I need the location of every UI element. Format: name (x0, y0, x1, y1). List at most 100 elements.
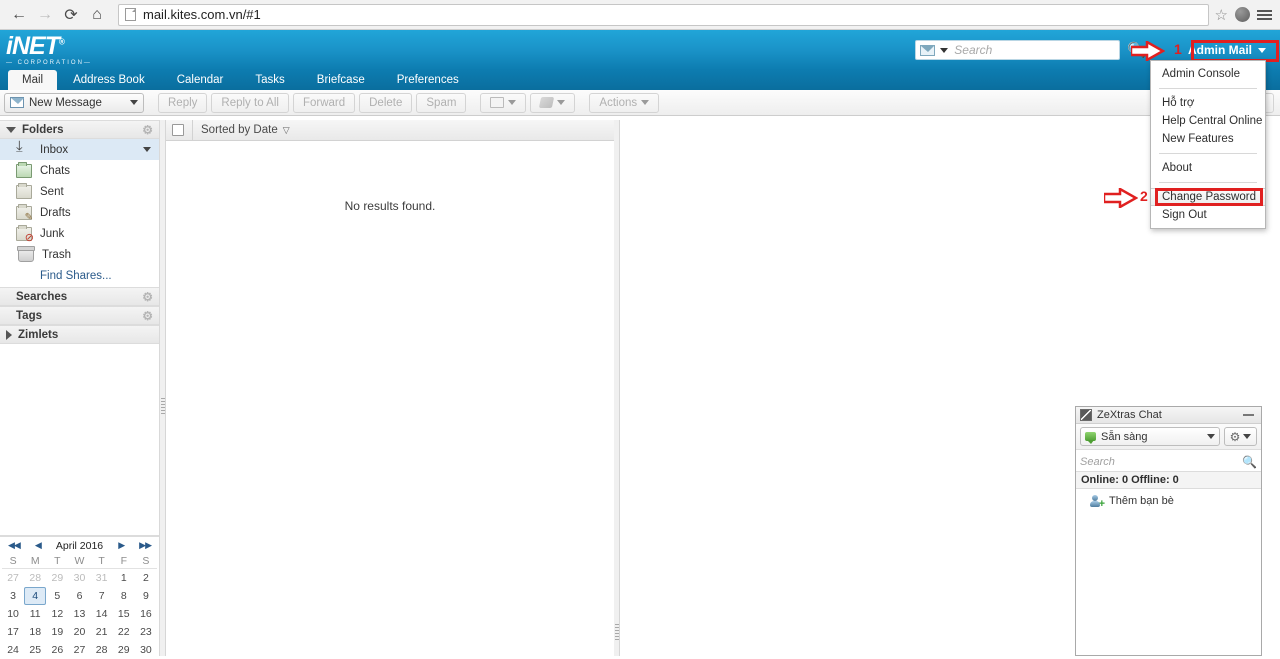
actions-button[interactable]: Actions (589, 92, 660, 113)
calendar-day-today[interactable]: 4 (24, 587, 47, 605)
calendar-day[interactable]: 24 (2, 641, 24, 659)
menu-item-ho-tro[interactable]: Hỗ trợ (1151, 94, 1265, 112)
hamburger-menu-icon[interactable] (1257, 9, 1272, 20)
sidebar-splitter[interactable] (160, 120, 166, 656)
menu-item-sign-out[interactable]: Sign Out (1151, 206, 1265, 224)
calendar-day[interactable]: 27 (68, 641, 90, 659)
calendar-day[interactable]: 25 (24, 641, 46, 659)
calendar-day[interactable]: 23 (135, 623, 157, 641)
folders-section-header[interactable]: Folders ⚙ (0, 120, 159, 139)
calendar-day[interactable]: 12 (46, 605, 68, 623)
reload-icon[interactable]: ⟳ (58, 3, 84, 27)
minimize-icon[interactable] (1243, 414, 1254, 416)
calendar-last-icon[interactable]: ▶▶ (139, 540, 152, 551)
calendar-day[interactable]: 1 (113, 569, 135, 587)
profile-globe-icon[interactable] (1235, 7, 1250, 22)
calendar-day[interactable]: 16 (135, 605, 157, 623)
calendar-day[interactable]: 30 (135, 641, 157, 659)
calendar-day[interactable]: 20 (68, 623, 90, 641)
tab-calendar[interactable]: Calendar (161, 70, 240, 90)
chevron-down-icon[interactable] (130, 100, 138, 105)
calendar-day[interactable]: 9 (135, 587, 157, 605)
chat-search-input[interactable]: Search 🔍 (1076, 453, 1261, 472)
gear-icon[interactable]: ⚙ (142, 290, 153, 304)
tag-button[interactable] (530, 92, 576, 113)
menu-item-about[interactable]: About (1151, 159, 1265, 177)
sidebar-item-inbox[interactable]: Inbox (0, 139, 159, 160)
delete-button[interactable]: Delete (359, 92, 413, 113)
sidebar-item-chats[interactable]: Chats (0, 160, 159, 181)
chevron-down-icon[interactable] (143, 147, 151, 152)
envelope-icon[interactable] (920, 44, 936, 56)
tags-section-header[interactable]: Tags ⚙ (0, 306, 159, 325)
calendar-day[interactable]: 18 (24, 623, 46, 641)
find-shares-link[interactable]: Find Shares... (0, 265, 159, 287)
back-icon[interactable]: ← (6, 3, 32, 27)
account-menu-button[interactable]: Admin Mail (1182, 40, 1272, 60)
chat-add-buddy-item[interactable]: + Thêm bạn bè (1076, 489, 1261, 513)
calendar-day[interactable]: 11 (24, 605, 46, 623)
select-all-checkbox[interactable] (172, 124, 184, 136)
calendar-day[interactable]: 27 (2, 569, 24, 587)
calendar-day[interactable]: 31 (91, 569, 113, 587)
gear-icon[interactable]: ⚙ (142, 123, 153, 137)
tab-tasks[interactable]: Tasks (239, 70, 300, 90)
spam-button[interactable]: Spam (416, 92, 467, 113)
menu-item-change-password[interactable]: Change Password (1151, 188, 1265, 206)
forward-button[interactable]: Forward (292, 92, 356, 113)
menu-item-admin-console[interactable]: Admin Console (1151, 65, 1265, 83)
reading-pane-splitter[interactable] (614, 120, 620, 656)
sidebar-item-sent[interactable]: Sent (0, 181, 159, 202)
sort-by-control[interactable]: Sorted by Date ▽ (192, 120, 290, 140)
calendar-next-icon[interactable]: ▶ (118, 540, 125, 551)
new-message-button[interactable]: New Message (4, 92, 144, 113)
calendar-first-icon[interactable]: ◀◀ (8, 540, 21, 551)
calendar-day[interactable]: 26 (46, 641, 68, 659)
calendar-day[interactable]: 14 (91, 605, 113, 623)
home-icon[interactable]: ⌂ (84, 3, 110, 27)
calendar-day[interactable]: 28 (24, 569, 46, 587)
calendar-day[interactable]: 7 (91, 587, 113, 605)
search-icon[interactable]: 🔍 (1127, 41, 1146, 59)
tab-briefcase[interactable]: Briefcase (301, 70, 381, 90)
bookmark-star-icon[interactable]: ☆ (1215, 6, 1228, 24)
calendar-day[interactable]: 6 (68, 587, 90, 605)
searches-section-header[interactable]: Searches ⚙ (0, 287, 159, 306)
tab-preferences[interactable]: Preferences (381, 70, 475, 90)
sidebar-item-trash[interactable]: Trash (0, 244, 159, 265)
calendar-day[interactable]: 29 (46, 569, 68, 587)
zimlets-section-header[interactable]: Zimlets (0, 325, 159, 344)
menu-item-help-central-online[interactable]: Help Central Online (1151, 112, 1265, 130)
search-input[interactable]: Search (915, 40, 1121, 60)
chevron-down-icon[interactable] (940, 47, 949, 53)
tab-address-book[interactable]: Address Book (57, 70, 161, 90)
calendar-prev-icon[interactable]: ◀ (35, 540, 42, 551)
menu-item-new-features[interactable]: New Features (1151, 130, 1265, 148)
calendar-day[interactable]: 2 (135, 569, 157, 587)
reply-button[interactable]: Reply (158, 92, 208, 113)
sidebar-item-junk[interactable]: Junk (0, 223, 159, 244)
reply-all-button[interactable]: Reply to All (211, 92, 289, 113)
calendar-day[interactable]: 29 (113, 641, 135, 659)
forward-icon[interactable]: → (32, 3, 58, 27)
calendar-day[interactable]: 15 (113, 605, 135, 623)
chat-settings-button[interactable]: ⚙ (1224, 427, 1257, 446)
calendar-day[interactable]: 13 (68, 605, 90, 623)
address-bar[interactable]: mail.kites.com.vn/#1 (118, 3, 1209, 26)
calendar-day[interactable]: 19 (46, 623, 68, 641)
calendar-day[interactable]: 21 (91, 623, 113, 641)
calendar-day[interactable]: 17 (2, 623, 24, 641)
search-icon[interactable]: 🔍 (1242, 455, 1257, 469)
calendar-day[interactable]: 28 (91, 641, 113, 659)
calendar-day[interactable]: 3 (2, 587, 24, 605)
move-to-folder-button[interactable] (480, 92, 527, 113)
calendar-day[interactable]: 5 (46, 587, 68, 605)
sidebar-item-drafts[interactable]: Drafts (0, 202, 159, 223)
calendar-day[interactable]: 22 (113, 623, 135, 641)
calendar-day[interactable]: 8 (113, 587, 135, 605)
calendar-day[interactable]: 10 (2, 605, 24, 623)
calendar-day[interactable]: 30 (68, 569, 90, 587)
chat-status-select[interactable]: Sẵn sàng (1080, 427, 1220, 446)
tab-mail[interactable]: Mail (8, 70, 58, 90)
gear-icon[interactable]: ⚙ (142, 309, 153, 323)
